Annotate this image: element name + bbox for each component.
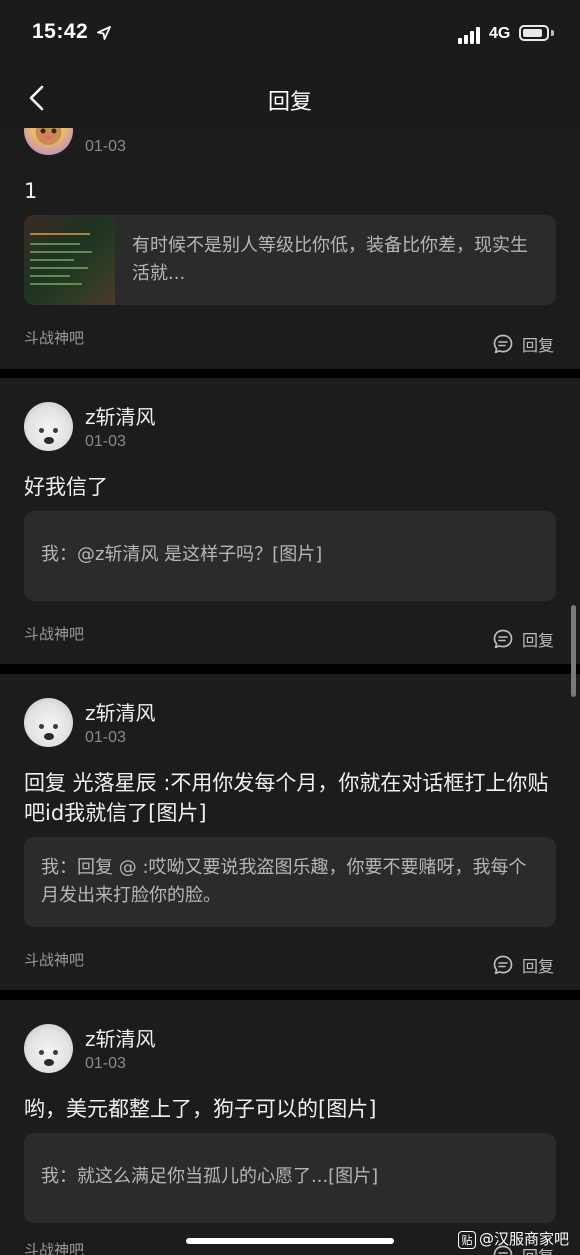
reply-card: z斩清风 01-03 回复 光落星辰 :不用你发每个月，你就在对话框打上你贴吧i… bbox=[0, 674, 580, 990]
scrollbar[interactable] bbox=[571, 605, 576, 697]
reply-content[interactable]: 哟，美元都整上了，狗子可以的[图片] bbox=[24, 1094, 554, 1124]
post-date: 01-03 bbox=[85, 729, 126, 746]
comment-icon bbox=[493, 334, 513, 354]
watermark: 贴 @汉服商家吧 bbox=[458, 1228, 569, 1250]
location-arrow-icon bbox=[97, 26, 111, 40]
comment-icon bbox=[493, 629, 513, 649]
avatar[interactable] bbox=[24, 128, 73, 155]
tieba-logo-icon: 贴 bbox=[458, 1230, 476, 1249]
avatar[interactable] bbox=[24, 1024, 73, 1073]
reply-content[interactable]: 1 bbox=[24, 176, 554, 206]
username[interactable]: z斩清风 bbox=[85, 401, 156, 430]
reply-button[interactable]: 回复 bbox=[492, 953, 554, 977]
reply-content[interactable]: 好我信了 bbox=[24, 472, 554, 502]
reply-card: 01-03 1 有时候不是别人等级比你低，装备比你差，现实生活就... 斗战神吧… bbox=[0, 128, 580, 369]
forum-name[interactable]: 斗战神吧 bbox=[24, 327, 84, 348]
quoted-post[interactable]: 我：@z斩清风 是这样子吗？[图片] bbox=[24, 511, 556, 601]
reply-button-label: 回复 bbox=[522, 631, 555, 650]
quoted-post[interactable]: 我：回复 @ :哎呦又要说我盗图乐趣，你要不要赌呀，我每个月发出来打脸你的脸。 bbox=[24, 837, 556, 927]
username[interactable]: z斩清风 bbox=[85, 697, 156, 726]
network-type: 4G bbox=[489, 25, 511, 42]
quoted-post[interactable]: 有时候不是别人等级比你低，装备比你差，现实生活就... bbox=[24, 215, 556, 305]
quoted-post[interactable]: 我：就这么满足你当孤儿的心愿了...[图片] bbox=[24, 1133, 556, 1223]
status-bar: 15:42 4G bbox=[0, 0, 580, 70]
forum-name[interactable]: 斗战神吧 bbox=[24, 623, 84, 644]
quoted-text: 我：@z斩清风 是这样子吗？[图片] bbox=[41, 544, 323, 565]
quoted-text: 有时候不是别人等级比你低，装备比你差，现实生活就... bbox=[132, 235, 528, 284]
cellular-signal-icon bbox=[458, 27, 482, 44]
reply-list[interactable]: 01-03 1 有时候不是别人等级比你低，装备比你差，现实生活就... 斗战神吧… bbox=[0, 128, 580, 1255]
comment-icon bbox=[493, 955, 513, 975]
forum-name[interactable]: 斗战神吧 bbox=[24, 1239, 84, 1255]
battery-cap bbox=[551, 30, 554, 36]
reply-card: z斩清风 01-03 好我信了 我：@z斩清风 是这样子吗？[图片] 斗战神吧 … bbox=[0, 378, 580, 664]
reply-content[interactable]: 回复 光落星辰 :不用你发每个月，你就在对话框打上你贴吧id我就信了[图片] bbox=[24, 768, 554, 828]
forum-name[interactable]: 斗战神吧 bbox=[24, 949, 84, 970]
username[interactable]: z斩清风 bbox=[85, 1023, 156, 1052]
nav-bar: 回复 bbox=[0, 70, 580, 128]
reply-button-label: 回复 bbox=[522, 957, 555, 976]
post-date: 01-03 bbox=[85, 138, 126, 155]
post-date: 01-03 bbox=[85, 433, 126, 450]
avatar[interactable] bbox=[24, 402, 73, 451]
home-indicator[interactable] bbox=[186, 1238, 394, 1244]
status-time: 15:42 bbox=[32, 20, 89, 43]
avatar[interactable] bbox=[24, 698, 73, 747]
post-date: 01-03 bbox=[85, 1055, 126, 1072]
reply-button[interactable]: 回复 bbox=[492, 332, 554, 356]
reply-button-label: 回复 bbox=[522, 336, 555, 355]
reply-card: z斩清风 01-03 哟，美元都整上了，狗子可以的[图片] 我：就这么满足你当孤… bbox=[0, 1000, 580, 1255]
watermark-text: @汉服商家吧 bbox=[479, 1230, 570, 1248]
page-title: 回复 bbox=[267, 90, 312, 115]
quoted-text: 我：就这么满足你当孤儿的心愿了...[图片] bbox=[41, 1166, 379, 1187]
battery-icon bbox=[519, 25, 549, 41]
reply-button[interactable]: 回复 bbox=[492, 627, 554, 651]
quoted-text: 我：回复 @ :哎呦又要说我盗图乐趣，你要不要赌呀，我每个月发出来打脸你的脸。 bbox=[41, 857, 527, 906]
quoted-image-thumbnail bbox=[24, 215, 115, 305]
